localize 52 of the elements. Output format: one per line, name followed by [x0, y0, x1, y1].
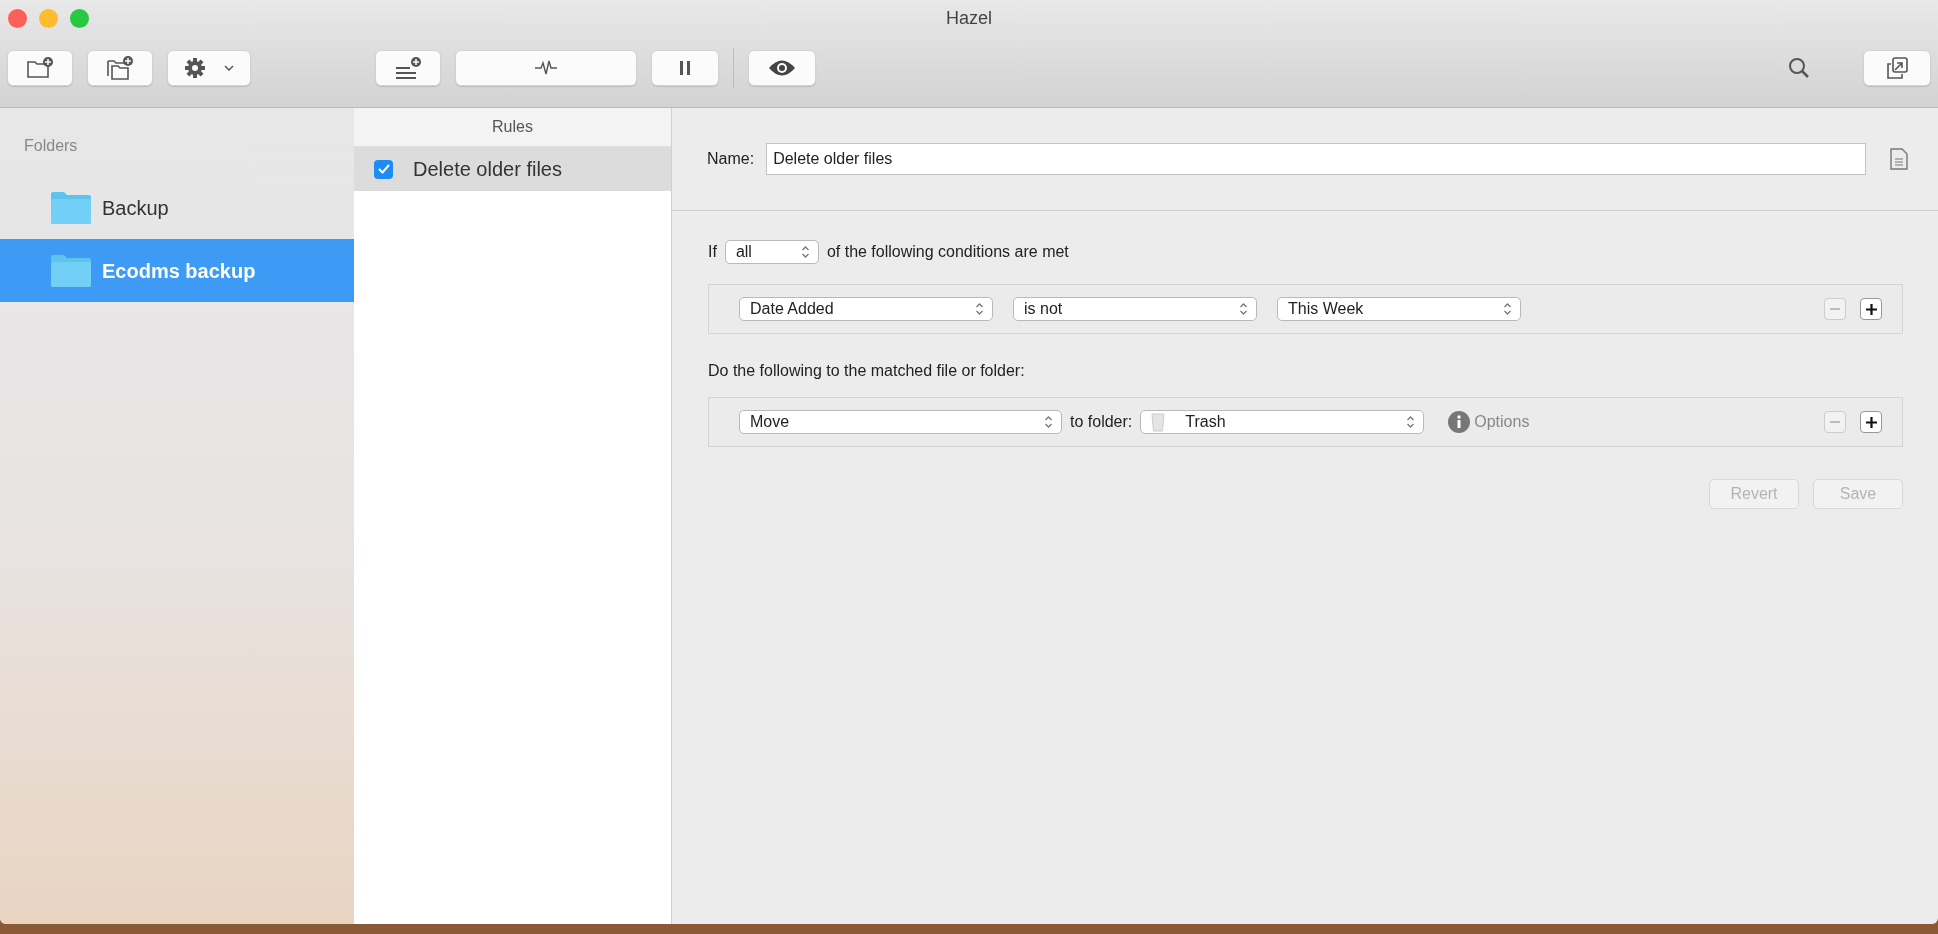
- pause-button[interactable]: [651, 50, 719, 86]
- folder-item[interactable]: Backup: [0, 176, 354, 239]
- connector-label: to folder:: [1070, 412, 1133, 432]
- chevron-updown-icon: [1239, 302, 1248, 316]
- chevron-updown-icon: [1503, 302, 1512, 316]
- window-title: Hazel: [946, 6, 992, 30]
- condition-text: of the following conditions are met: [826, 242, 1069, 262]
- rule-checkbox[interactable]: [374, 159, 393, 179]
- condition-prefix: If: [708, 242, 717, 262]
- open-window-icon: [1884, 55, 1910, 81]
- search-icon: [1788, 57, 1810, 79]
- chevron-updown-icon: [800, 245, 810, 259]
- add-button[interactable]: [1860, 411, 1882, 433]
- minus-icon: [1830, 308, 1840, 310]
- settings-button[interactable]: [167, 50, 251, 86]
- folder-icon: [50, 253, 92, 288]
- trash-icon: [1151, 412, 1166, 432]
- condition-popup[interactable]: This Week: [1277, 297, 1521, 321]
- chevron-updown-icon: [1044, 415, 1053, 429]
- list-add-icon: [394, 56, 422, 80]
- chevron-updown-icon: [975, 302, 984, 316]
- action-popup[interactable]: Move: [739, 410, 1062, 434]
- pause-icon: [679, 60, 691, 76]
- folder-icon: [50, 190, 92, 225]
- chevron-down-icon: [224, 65, 234, 71]
- actions-heading: Do the following to the matched file or folder:: [708, 361, 1026, 381]
- pulse-icon: [534, 59, 558, 77]
- new-rule-button[interactable]: [375, 50, 441, 86]
- folders-add-icon: [106, 55, 134, 81]
- info-icon: [1448, 411, 1471, 433]
- condition-popup[interactable]: is not: [1013, 297, 1257, 321]
- checkmark-icon: [377, 164, 390, 174]
- condition-popup[interactable]: Date Added: [739, 297, 993, 321]
- new-folders-button[interactable]: [87, 50, 153, 86]
- chevron-updown-icon: [1406, 415, 1416, 429]
- sidebar-header: Folders: [23, 136, 79, 156]
- plus-icon: [1865, 416, 1877, 428]
- folder-add-icon: [26, 56, 54, 80]
- add-button[interactable]: [1860, 298, 1882, 320]
- plus-icon: [1865, 303, 1877, 315]
- name-input-field[interactable]: Delete older files: [766, 143, 1866, 175]
- new-folder-button[interactable]: [7, 50, 73, 86]
- column-header: Rules: [354, 108, 671, 147]
- document-icon: [1890, 148, 1908, 170]
- eye-icon: [768, 59, 796, 77]
- folder-popup[interactable]: Trash: [1140, 410, 1425, 434]
- minus-icon: [1830, 421, 1840, 423]
- match-popup[interactable]: all: [724, 240, 819, 264]
- preview-button[interactable]: [748, 50, 816, 86]
- detach-window-button[interactable]: [1863, 50, 1931, 86]
- rule-item[interactable]: Delete older files: [354, 147, 671, 191]
- name-label: Name:: [707, 149, 755, 169]
